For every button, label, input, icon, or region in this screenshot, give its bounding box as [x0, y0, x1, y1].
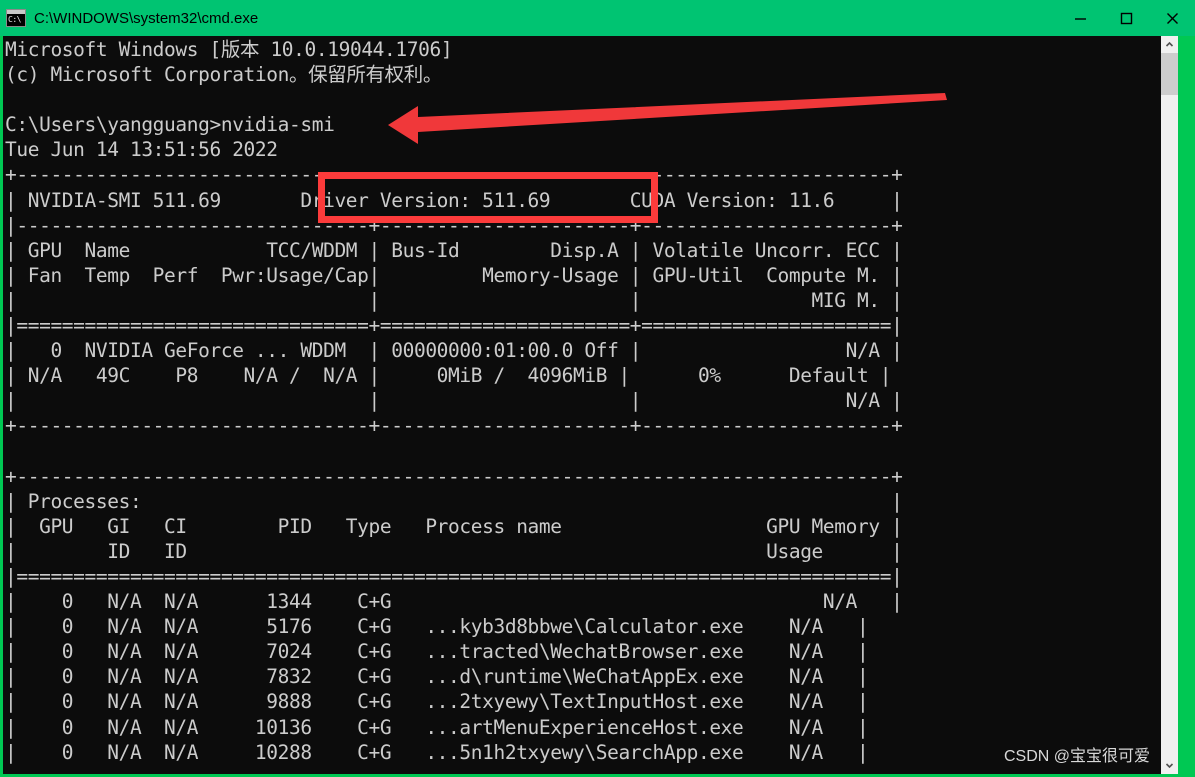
console-line: | 0 N/A N/A 5176 C+G ...kyb3d8bbwe\Calcu… [5, 615, 869, 639]
title-bar: C:\ C:\WINDOWS\system32\cmd.exe [0, 0, 1195, 36]
icon-screen: C:\ [7, 14, 25, 26]
terminal-border: Microsoft Windows [版本 10.0.19044.1706] (c… [0, 36, 1195, 777]
watermark-text: CSDN @宝宝很可爱 [1003, 748, 1150, 765]
console-line: | 0 N/A N/A 10288 C+G ...5n1h2txyewy\Sea… [5, 740, 869, 764]
console-line: | Processes: | [5, 489, 903, 513]
console-line: +---------------------------------------… [5, 163, 903, 187]
maximize-icon [1120, 12, 1132, 24]
scroll-down-button[interactable] [1161, 757, 1178, 774]
console-line: | 0 N/A N/A 10136 C+G ...artMenuExperien… [5, 715, 869, 739]
window-title: C:\WINDOWS\system32\cmd.exe [34, 9, 259, 27]
console-line: C:\Users\yangguang>nvidia-smi [5, 113, 335, 137]
console-line: | 0 NVIDIA GeForce ... WDDM | 00000000:0… [5, 339, 903, 363]
console-output: Microsoft Windows [版本 10.0.19044.1706] (c… [3, 36, 1168, 765]
scrollbar-track[interactable] [1161, 95, 1178, 757]
window-controls [1057, 0, 1195, 36]
close-button[interactable] [1149, 0, 1195, 36]
console-line: | Fan Temp Perf Pwr:Usage/Cap| Memory-Us… [5, 263, 903, 287]
chevron-up-icon [1165, 41, 1174, 47]
close-icon [1166, 12, 1178, 24]
chevron-down-icon [1165, 763, 1174, 769]
console-line: Microsoft Windows [版本 10.0.19044.1706] [5, 38, 453, 61]
console-line: | ID ID Usage | [5, 539, 903, 563]
console-line: | | | N/A | [5, 389, 903, 413]
minimize-button[interactable] [1057, 0, 1103, 36]
console-line: |=======================================… [5, 564, 903, 588]
console-line: |-------------------------------+-------… [5, 213, 903, 237]
console-line: |===============================+=======… [5, 314, 903, 338]
minimize-icon [1074, 17, 1086, 20]
console-line: | N/A 49C P8 N/A / N/A | 0MiB / 4096MiB … [5, 364, 892, 388]
console-line: (c) Microsoft Corporation。保留所有权利。 [5, 63, 442, 87]
console-line: | 0 N/A N/A 7024 C+G ...tracted\WechatBr… [5, 640, 869, 664]
console-line: | NVIDIA-SMI 511.69 Driver Version: 511.… [5, 188, 903, 212]
console-line: +-------------------------------+-------… [5, 414, 903, 438]
console-line: | GPU GI CI PID Type Process name GPU Me… [5, 514, 903, 538]
scrollbar-thumb[interactable] [1161, 53, 1178, 95]
cmd-window: C:\ C:\WINDOWS\system32\cmd.exe Microsof… [0, 0, 1195, 777]
console-line: | 0 N/A N/A 1344 C+G N/A | [5, 590, 903, 614]
scroll-up-button[interactable] [1161, 36, 1178, 53]
terminal-surface[interactable]: Microsoft Windows [版本 10.0.19044.1706] (c… [3, 36, 1178, 774]
cmd-console-icon: C:\ [6, 9, 26, 27]
console-line: | GPU Name TCC/WDDM | Bus-Id Disp.A | Vo… [5, 238, 903, 262]
console-line: +---------------------------------------… [5, 464, 903, 488]
console-line: | | | MIG M. | [5, 288, 903, 312]
console-line: | 0 N/A N/A 7832 C+G ...d\runtime\WeChat… [5, 665, 869, 689]
vertical-scrollbar[interactable] [1161, 36, 1178, 774]
maximize-button[interactable] [1103, 0, 1149, 36]
console-line: | 0 N/A N/A 9888 C+G ...2txyewy\TextInpu… [5, 690, 869, 714]
console-line: Tue Jun 14 13:51:56 2022 [5, 138, 278, 162]
